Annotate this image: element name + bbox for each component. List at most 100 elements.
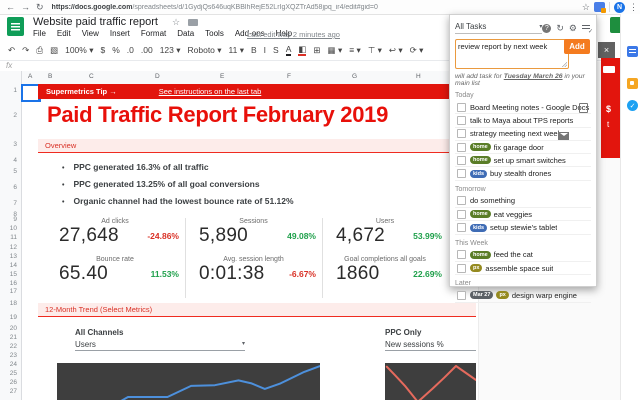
wrap-text-icon[interactable]: ↩ ▾ xyxy=(389,45,403,56)
column-header-F[interactable]: F xyxy=(287,73,291,80)
text-color-icon[interactable]: A xyxy=(286,45,292,56)
menu-format[interactable]: Format xyxy=(141,29,166,38)
row-header-5[interactable]: 5 xyxy=(13,168,17,175)
extension-icon[interactable] xyxy=(594,2,605,12)
task-row[interactable]: homeeat veggies xyxy=(455,208,591,221)
row-header-9[interactable]: 9 xyxy=(13,216,17,223)
row-headers[interactable]: 1234567891011121314151617181920212223242… xyxy=(0,84,22,400)
task-checkbox[interactable] xyxy=(457,116,466,125)
document-title[interactable]: Website paid traffic report xyxy=(33,16,158,28)
shortcut-blue-icon[interactable] xyxy=(627,46,638,57)
task-row[interactable]: homeset up smart switches xyxy=(455,154,591,167)
borders-icon[interactable]: ⊞ xyxy=(313,45,320,56)
task-list-icon[interactable] xyxy=(582,24,591,33)
row-header-17[interactable]: 17 xyxy=(10,288,17,295)
task-checkbox[interactable] xyxy=(457,210,466,219)
italic-icon[interactable]: I xyxy=(264,45,266,55)
task-row[interactable]: Mar 27pxdesign warp engine xyxy=(455,289,591,302)
task-checkbox[interactable] xyxy=(457,250,466,259)
row-header-11[interactable]: 11 xyxy=(10,234,17,241)
row-header-13[interactable]: 13 xyxy=(10,253,17,260)
document-icon[interactable] xyxy=(579,103,588,113)
zoom-select[interactable]: 100% ▾ xyxy=(65,45,93,56)
more-formats-select[interactable]: 123 ▾ xyxy=(160,45,181,56)
promo-close-button[interactable]: × xyxy=(598,42,615,58)
task-checkbox[interactable] xyxy=(457,129,466,138)
menu-edit[interactable]: Edit xyxy=(57,29,71,38)
strikethrough-icon[interactable]: S xyxy=(273,45,279,55)
row-header-2[interactable]: 2 xyxy=(13,112,17,119)
column-header-E[interactable]: E xyxy=(220,73,224,80)
menu-view[interactable]: View xyxy=(82,29,99,38)
row-header-25[interactable]: 25 xyxy=(10,370,17,377)
print-icon[interactable]: ⎙ xyxy=(36,45,43,56)
doc-star-icon[interactable]: ☆ xyxy=(172,17,180,28)
sheets-logo-icon[interactable] xyxy=(7,17,24,36)
menu-file[interactable]: File xyxy=(33,29,46,38)
last-edit-link[interactable]: Last edit was 2 minutes ago xyxy=(247,30,340,39)
menu-tools[interactable]: Tools xyxy=(205,29,224,38)
column-header-B[interactable]: B xyxy=(48,73,52,80)
currency-icon[interactable]: $ xyxy=(100,45,105,55)
task-row[interactable]: Board Meeting notes - Google Docs xyxy=(455,101,591,114)
bold-icon[interactable]: B xyxy=(251,45,257,55)
menu-insert[interactable]: Insert xyxy=(110,29,130,38)
increase-decimals-icon[interactable]: .00 xyxy=(141,45,153,55)
rotate-text-icon[interactable]: ⟳ ▾ xyxy=(410,45,424,56)
task-checkbox[interactable] xyxy=(457,169,466,178)
row-header-20[interactable]: 20 xyxy=(10,325,17,332)
sync-icon[interactable]: ↻ xyxy=(556,23,564,34)
task-list-select[interactable]: All Tasks ▾ xyxy=(455,22,542,34)
row-header-18[interactable]: 18 xyxy=(10,300,17,307)
task-row[interactable]: kidssetup stewie's tablet xyxy=(455,221,591,234)
row-header-10[interactable]: 10 xyxy=(10,225,17,232)
row-header-19[interactable]: 19 xyxy=(10,314,17,321)
task-checkbox[interactable] xyxy=(457,264,466,273)
add-task-button[interactable]: Add xyxy=(564,39,590,54)
row-header-3[interactable]: 3 xyxy=(13,141,17,148)
task-checkbox[interactable] xyxy=(457,156,466,165)
task-row[interactable]: homefix garage door xyxy=(455,141,591,154)
shortcut-check-icon[interactable]: ✓ xyxy=(627,100,638,111)
row-header-24[interactable]: 24 xyxy=(10,361,17,368)
row-header-23[interactable]: 23 xyxy=(10,352,17,359)
row-header-16[interactable]: 16 xyxy=(10,280,17,287)
row-header-7[interactable]: 7 xyxy=(13,200,17,207)
resize-handle[interactable] xyxy=(562,62,567,67)
row-header-12[interactable]: 12 xyxy=(10,244,17,251)
column-header-D[interactable]: D xyxy=(155,73,160,80)
browser-avatar[interactable]: N xyxy=(614,2,625,13)
row-header-15[interactable]: 15 xyxy=(10,271,17,278)
fill-color-icon[interactable]: ◧ xyxy=(298,45,306,56)
task-row[interactable]: homefeed the cat xyxy=(455,249,591,262)
font-size-select[interactable]: 11 ▾ xyxy=(229,45,244,56)
task-row[interactable]: strategy meeting next week xyxy=(455,128,591,141)
task-checkbox[interactable] xyxy=(457,103,466,112)
task-checkbox[interactable] xyxy=(457,223,466,232)
redo-icon[interactable]: ↷ xyxy=(22,45,29,56)
task-row[interactable]: talk to Maya about TPS reports xyxy=(455,114,591,127)
metric-dropdown[interactable]: Users▾ xyxy=(75,340,245,351)
row-header-27[interactable]: 27 xyxy=(10,388,17,395)
column-headers[interactable]: ABCDEFGH xyxy=(0,71,478,85)
percent-icon[interactable]: % xyxy=(112,45,120,55)
undo-icon[interactable]: ↶ xyxy=(8,45,15,56)
align-icon[interactable]: ≡ ▾ xyxy=(349,45,361,56)
column-header-C[interactable]: C xyxy=(89,73,94,80)
task-row[interactable]: do something xyxy=(455,195,591,208)
task-checkbox[interactable] xyxy=(457,196,466,205)
column-header-A[interactable]: A xyxy=(28,73,32,80)
task-row[interactable]: kidsbuy stealth drones xyxy=(455,167,591,180)
select-all-corner[interactable] xyxy=(0,71,22,85)
row-header-21[interactable]: 21 xyxy=(10,334,17,341)
row-header-6[interactable]: 6 xyxy=(13,184,17,191)
row-header-22[interactable]: 22 xyxy=(10,343,17,350)
banner-instructions-link[interactable]: See instructions on the last tab xyxy=(159,87,262,96)
task-row[interactable]: pxassemble space suit xyxy=(455,262,591,275)
help-icon[interactable]: ? xyxy=(542,24,551,33)
metric-dropdown[interactable]: New sessions % xyxy=(385,340,476,351)
task-checkbox[interactable] xyxy=(457,291,466,300)
new-task-input[interactable]: review report by next week xyxy=(455,39,569,69)
bookmark-star-icon[interactable]: ☆ xyxy=(582,2,590,13)
refresh-icon[interactable]: ↻ xyxy=(36,2,44,13)
